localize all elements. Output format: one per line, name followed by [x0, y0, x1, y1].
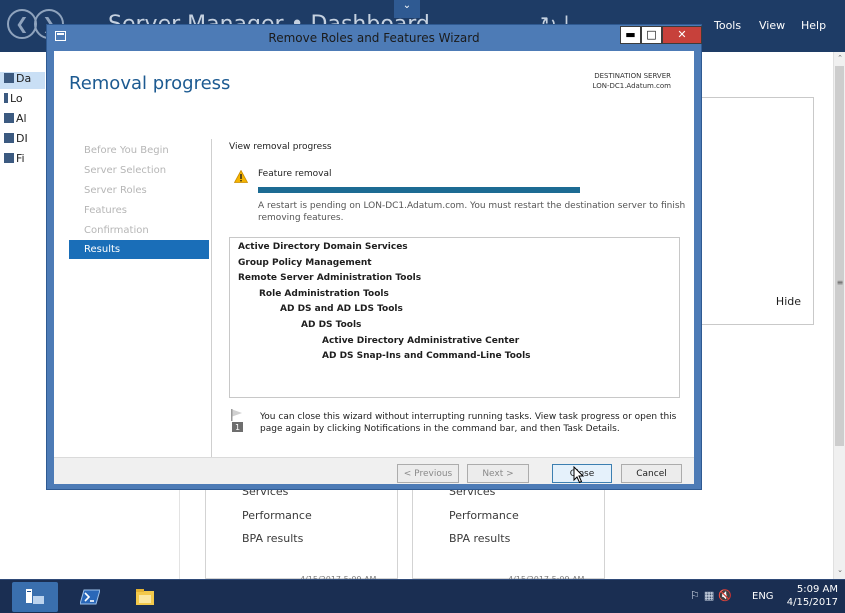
mouse-cursor-icon	[573, 466, 585, 484]
taskbar-file-explorer[interactable]	[122, 582, 168, 612]
system-tray-icons[interactable]: ⚐▦🔇	[690, 589, 736, 602]
result-item: Active Directory Domain Services	[238, 242, 408, 252]
ad-ds-icon	[4, 133, 14, 143]
restart-pending-message: A restart is pending on LON-DC1.Adatum.c…	[258, 201, 686, 223]
sidebar-item-dashboard[interactable]: Da	[0, 72, 45, 89]
vertical-scrollbar[interactable]: ⌃ ≡ ⌄	[833, 52, 845, 579]
local-server-icon	[4, 93, 8, 103]
close-wizard-notice: You can close this wizard without interr…	[260, 412, 677, 434]
role-tile-left[interactable]: Services Performance BPA results	[205, 480, 398, 579]
input-language[interactable]: ENG	[752, 591, 774, 602]
taskbar-server-manager[interactable]	[12, 582, 58, 612]
tile-line-bpa-results[interactable]: BPA results	[449, 532, 510, 545]
progress-bar-fill	[258, 187, 580, 193]
sidebar-item-local-server[interactable]: Lo	[0, 92, 45, 109]
dashboard-icon	[4, 73, 14, 83]
svg-text:1: 1	[235, 423, 240, 432]
tile-line-performance[interactable]: Performance	[242, 509, 312, 522]
steps-divider	[211, 139, 212, 457]
file-explorer-icon	[136, 589, 154, 605]
step-server-roles: Server Roles	[84, 185, 147, 196]
menu-tools[interactable]: Tools	[714, 19, 741, 32]
powershell-icon	[80, 589, 100, 605]
clock-date: 4/15/2017	[786, 597, 838, 608]
scroll-up-icon[interactable]: ⌃	[834, 54, 845, 62]
taskbar: ⚐▦🔇 ENG 5:09 AM 4/15/2017	[0, 579, 845, 613]
sidebar-item-ad-ds[interactable]: DI	[0, 132, 45, 149]
tile-line-bpa-results[interactable]: BPA results	[242, 532, 303, 545]
wizard-footer: < Previous Next > Close Cancel	[54, 457, 694, 484]
notification-flag-icon: 1	[231, 409, 243, 432]
scroll-down-icon[interactable]: ⌄	[834, 566, 845, 574]
scrollbar-thumb[interactable]	[835, 66, 844, 446]
next-button[interactable]: Next >	[467, 464, 529, 483]
progress-bar	[258, 187, 580, 193]
action-center-flag-icon[interactable]: ⚐	[690, 589, 704, 602]
result-item: AD DS Tools	[301, 320, 362, 330]
step-server-selection: Server Selection	[84, 165, 167, 176]
step-results[interactable]: Results	[69, 240, 209, 259]
sidebar-item-file-services[interactable]: Fi	[0, 152, 45, 169]
minimize-button[interactable]: ▬	[620, 26, 641, 44]
all-servers-icon	[4, 113, 14, 123]
menu-view[interactable]: View	[759, 19, 785, 32]
hide-link[interactable]: Hide	[776, 295, 801, 308]
result-item: Role Administration Tools	[259, 288, 389, 299]
step-before-you-begin: Before You Begin	[84, 145, 169, 156]
results-list[interactable]: Active Directory Domain Services Group Po…	[229, 237, 680, 398]
result-item: Remote Server Administration Tools	[238, 273, 422, 284]
page-title: Removal progress	[69, 73, 231, 94]
volume-muted-icon[interactable]: 🔇	[718, 589, 736, 602]
welcome-panel: Hide	[700, 97, 814, 325]
previous-button[interactable]: < Previous	[397, 464, 459, 483]
wizard-titlebar[interactable]: Remove Roles and Features Wizard ▬ □ ✕	[47, 25, 702, 49]
warning-icon	[234, 170, 248, 183]
step-confirmation: Confirmation	[84, 225, 149, 236]
view-progress-label: View removal progress	[229, 142, 332, 152]
back-arrow-icon[interactable]: ❮	[7, 9, 37, 39]
cancel-button[interactable]: Cancel	[621, 464, 682, 483]
network-icon[interactable]: ▦	[704, 589, 718, 602]
taskbar-clock[interactable]: 5:09 AM 4/15/2017	[776, 583, 838, 609]
dropdown-chevron-icon[interactable]: ⌄	[394, 0, 420, 18]
role-tile-right[interactable]: Services Performance BPA results	[412, 480, 605, 579]
menu-help[interactable]: Help	[801, 19, 826, 32]
result-item: Active Directory Administrative Center	[322, 335, 520, 346]
taskbar-powershell[interactable]	[67, 582, 113, 612]
sidebar-item-all-servers[interactable]: Al	[0, 112, 45, 129]
window-close-button[interactable]: ✕	[662, 26, 702, 44]
maximize-button[interactable]: □	[641, 26, 662, 44]
destination-server-label: DESTINATION SERVER	[594, 72, 671, 80]
clock-time: 5:09 AM	[796, 584, 838, 595]
file-services-icon	[4, 153, 14, 163]
destination-server-value: LON-DC1.Adatum.com	[592, 82, 671, 90]
tile-line-performance[interactable]: Performance	[449, 509, 519, 522]
step-features: Features	[84, 205, 127, 216]
result-item: AD DS Snap-Ins and Command-Line Tools	[322, 351, 531, 362]
server-manager-icon	[26, 589, 44, 604]
status-title: Feature removal	[258, 169, 332, 179]
result-item: AD DS and AD LDS Tools	[280, 304, 403, 315]
wizard-window-title: Remove Roles and Features Wizard	[268, 31, 480, 45]
wizard-content: Removal progress DESTINATION SERVER LON-…	[54, 51, 694, 484]
result-item: Group Policy Management	[238, 257, 372, 268]
remove-roles-wizard-window: Remove Roles and Features Wizard ▬ □ ✕ R…	[46, 24, 702, 490]
scroll-grip-icon: ≡	[836, 278, 844, 287]
